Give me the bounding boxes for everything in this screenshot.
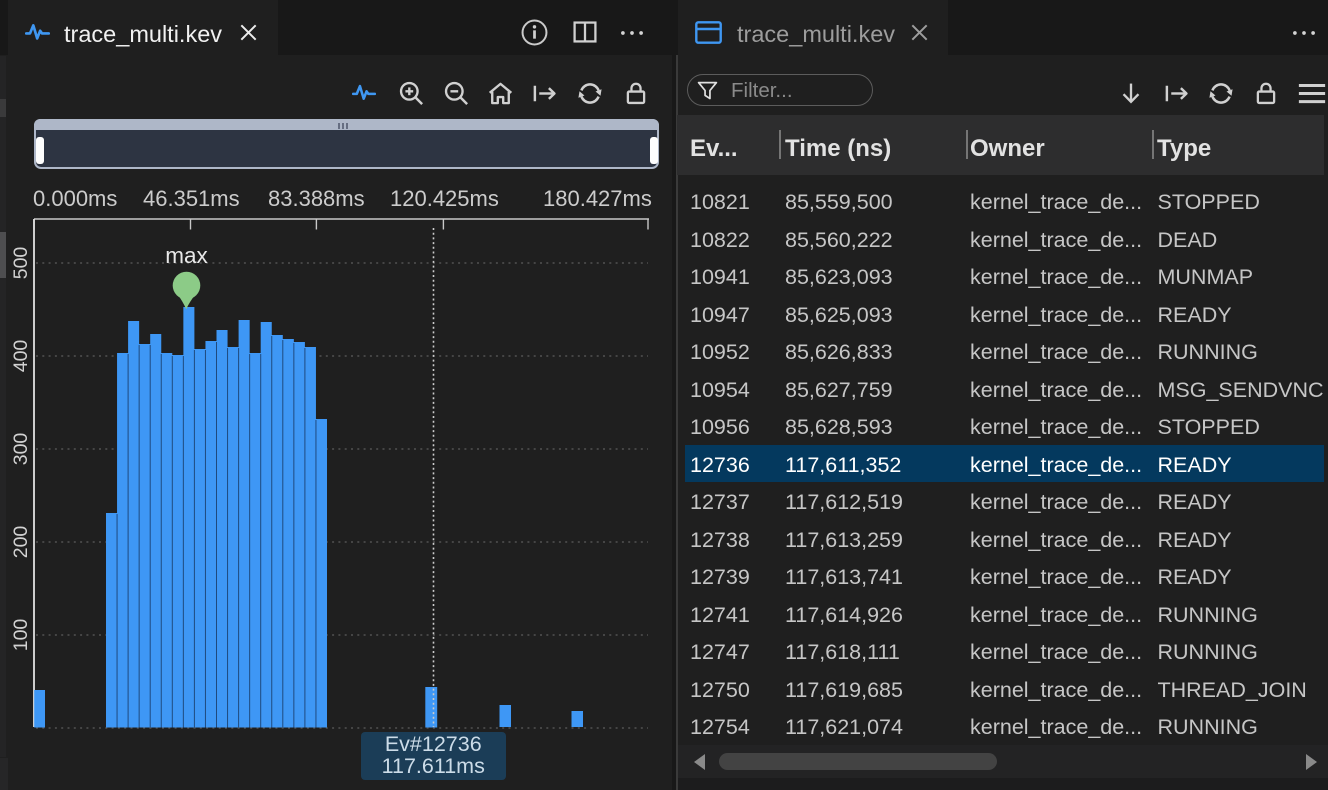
svg-text:400: 400 bbox=[10, 340, 32, 373]
svg-text:100: 100 bbox=[10, 619, 32, 652]
svg-text:300: 300 bbox=[10, 433, 32, 466]
svg-text:500: 500 bbox=[10, 247, 32, 280]
svg-text:max: max bbox=[165, 243, 208, 268]
svg-text:200: 200 bbox=[10, 526, 32, 559]
